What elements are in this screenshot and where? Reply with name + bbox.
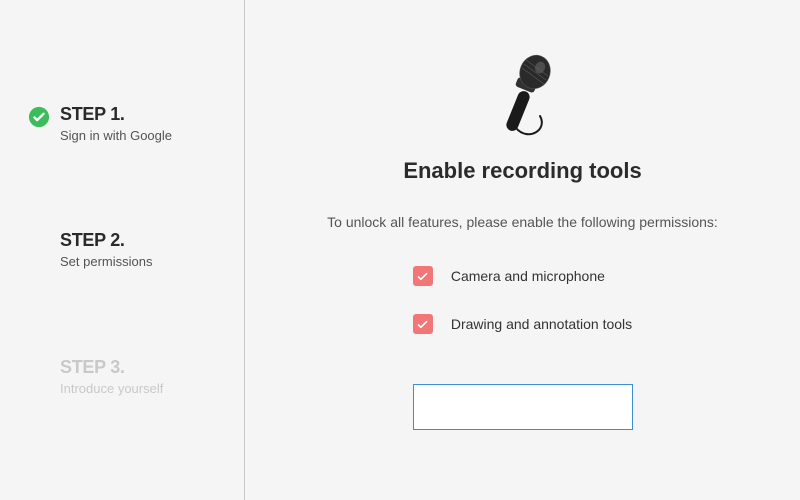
- permission-label: Camera and microphone: [451, 268, 605, 284]
- page-subtext: To unlock all features, please enable th…: [327, 214, 718, 230]
- onboarding-sidebar: STEP 1. Sign in with Google STEP 2. Set …: [0, 0, 245, 500]
- permission-label: Drawing and annotation tools: [451, 316, 632, 332]
- checkmark-icon: [416, 270, 429, 283]
- step-2: STEP 2. Set permissions: [28, 230, 216, 269]
- step-3: STEP 3. Introduce yourself: [28, 357, 216, 396]
- checkmark-icon: [416, 318, 429, 331]
- permission-camera-mic: Camera and microphone: [413, 266, 605, 286]
- step-title: STEP 2.: [60, 230, 216, 251]
- page-title: Enable recording tools: [403, 158, 641, 184]
- main-panel: Enable recording tools To unlock all fea…: [245, 0, 800, 500]
- step-subtitle: Introduce yourself: [60, 381, 216, 396]
- permission-drawing-annotation: Drawing and annotation tools: [413, 314, 632, 334]
- next-button[interactable]: Next: [413, 384, 633, 430]
- check-circle-icon: [28, 106, 50, 128]
- checkbox-camera-mic[interactable]: [413, 266, 433, 286]
- step-title: STEP 1.: [60, 104, 216, 125]
- step-subtitle: Set permissions: [60, 254, 216, 269]
- step-title: STEP 3.: [60, 357, 216, 378]
- checkbox-drawing-annotation[interactable]: [413, 314, 433, 334]
- step-subtitle: Sign in with Google: [60, 128, 216, 143]
- permissions-list: Camera and microphone Drawing and annota…: [413, 266, 632, 334]
- microphone-icon: [488, 50, 558, 140]
- step-1: STEP 1. Sign in with Google: [28, 104, 216, 143]
